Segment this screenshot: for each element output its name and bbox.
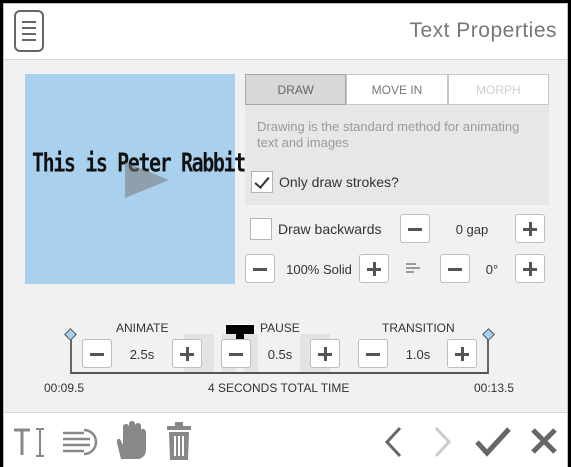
tab-move-in[interactable]: MOVE IN xyxy=(346,74,448,105)
start-time: 00:09.5 xyxy=(44,381,85,395)
solid-value: 100% Solid xyxy=(286,262,352,277)
solid-increase-button[interactable] xyxy=(359,254,389,283)
pause-label: PAUSE xyxy=(260,321,300,335)
close-icon[interactable] xyxy=(529,426,559,456)
pause-increase-button[interactable] xyxy=(310,339,340,368)
text-cursor-icon[interactable] xyxy=(12,425,46,459)
end-time: 00:13.5 xyxy=(474,381,515,395)
angle-decrease-button[interactable] xyxy=(440,254,470,283)
header: Text Properties xyxy=(4,4,567,60)
pause-value: 0.5s xyxy=(267,347,293,362)
checkmark-icon[interactable] xyxy=(474,425,512,459)
transition-increase-button[interactable] xyxy=(447,339,477,368)
total-time: 4 SECONDS TOTAL TIME xyxy=(208,381,350,395)
animate-value: 2.5s xyxy=(129,347,155,362)
text-lines-icon[interactable] xyxy=(60,427,100,457)
transition-label: TRANSITION xyxy=(382,321,455,335)
solid-decrease-button[interactable] xyxy=(245,254,275,283)
text-properties-panel: Text Properties This is Peter Rabbit DRA… xyxy=(3,3,568,467)
animate-label: ANIMATE xyxy=(116,321,169,335)
gap-value: 0 gap xyxy=(455,222,489,237)
draw-options-box: Drawing is the standard method for anima… xyxy=(245,105,549,205)
gap-increase-button[interactable] xyxy=(515,214,545,243)
animation-tabs: DRAW MOVE IN MORPH xyxy=(245,74,549,105)
trash-icon[interactable] xyxy=(164,421,194,461)
chevron-left-icon[interactable] xyxy=(382,425,406,459)
draw-backwards-label: Draw backwards xyxy=(278,221,382,237)
panel-title: Text Properties xyxy=(409,19,557,42)
footer-toolbar xyxy=(4,412,567,467)
angle-increase-button[interactable] xyxy=(515,254,545,283)
only-strokes-row[interactable]: Only draw strokes? xyxy=(251,171,399,193)
draw-backwards-checkbox[interactable] xyxy=(250,218,272,240)
angle-value: 0° xyxy=(485,262,499,277)
tab-morph[interactable]: MORPH xyxy=(447,74,549,105)
hand-icon[interactable] xyxy=(113,421,147,461)
preview-canvas[interactable]: This is Peter Rabbit xyxy=(25,74,255,354)
document-icon[interactable] xyxy=(14,10,44,52)
only-strokes-label: Only draw strokes? xyxy=(279,174,399,190)
transition-decrease-button[interactable] xyxy=(358,339,388,368)
align-left-icon[interactable] xyxy=(406,262,420,276)
draw-description: Drawing is the standard method for anima… xyxy=(257,119,520,150)
draw-backwards-row[interactable]: Draw backwards xyxy=(250,218,381,240)
animate-decrease-button[interactable] xyxy=(82,339,112,368)
transition-value: 1.0s xyxy=(405,347,431,362)
gap-decrease-button[interactable] xyxy=(400,214,430,243)
animate-increase-button[interactable] xyxy=(172,339,202,368)
only-strokes-checkbox[interactable] xyxy=(251,171,273,193)
chevron-right-icon[interactable] xyxy=(430,425,454,459)
tab-draw[interactable]: DRAW xyxy=(245,74,347,105)
pause-decrease-button[interactable] xyxy=(221,339,251,368)
play-icon[interactable] xyxy=(125,162,169,198)
